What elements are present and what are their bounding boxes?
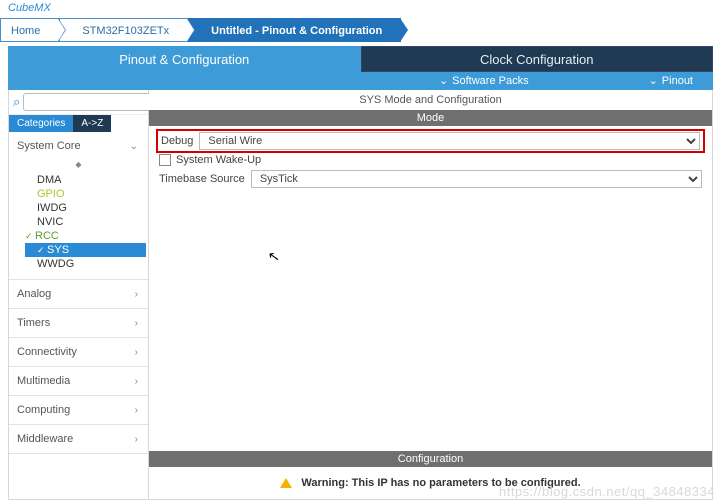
sidebar: ⌕ ⌄ ⚙ Categories A->Z System Core ⌄ ◆ DM… (9, 90, 149, 499)
group-label: Multimedia (17, 375, 70, 387)
app-title: CubeMX (0, 0, 721, 16)
mode-header: Mode (149, 110, 712, 126)
group-header-timers[interactable]: Timers › (9, 309, 148, 337)
main-tabs: Pinout & Configuration Clock Configurati… (8, 46, 713, 72)
breadcrumb-chip-label: STM32F103ZETx (82, 25, 169, 37)
tab-clock-config[interactable]: Clock Configuration (361, 46, 714, 72)
breadcrumb-file[interactable]: Untitled - Pinout & Configuration (188, 18, 401, 42)
timebase-label: Timebase Source (159, 173, 245, 185)
breadcrumb: Home STM32F103ZETx Untitled - Pinout & C… (0, 18, 721, 42)
group-header-multimedia[interactable]: Multimedia › (9, 367, 148, 395)
group-label: Analog (17, 288, 51, 300)
chevron-right-icon: › (135, 347, 138, 358)
debug-row: Debug Serial Wire (159, 132, 702, 150)
sub-toolbar: Software Packs Pinout (8, 72, 713, 90)
group-label: Computing (17, 404, 70, 416)
panel-title: SYS Mode and Configuration (149, 90, 712, 110)
wakeup-checkbox[interactable] (159, 154, 171, 166)
group-header-connectivity[interactable]: Connectivity › (9, 338, 148, 366)
group-label: Middleware (17, 433, 73, 445)
config-body: Warning: This IP has no parameters to be… (149, 467, 712, 499)
breadcrumb-chip[interactable]: STM32F103ZETx (59, 18, 188, 42)
tree-item-rcc[interactable]: RCC (37, 229, 148, 243)
timebase-select[interactable]: SysTick (251, 170, 702, 188)
mode-body: Debug Serial Wire System Wake-Up Timebas… (149, 126, 712, 198)
wakeup-label: System Wake-Up (176, 154, 261, 166)
tree-item-dma[interactable]: DMA (37, 173, 148, 187)
chevron-right-icon: › (135, 434, 138, 445)
tab-az[interactable]: A->Z (73, 115, 111, 132)
search-input[interactable] (23, 93, 165, 111)
warning-icon (280, 478, 292, 488)
tree-item-iwdg[interactable]: IWDG (37, 201, 148, 215)
chevron-right-icon: › (135, 376, 138, 387)
category-tabs: Categories A->Z (9, 115, 148, 132)
collapse-dot-icon[interactable]: ◆ (9, 160, 148, 169)
group-label: Connectivity (17, 346, 77, 358)
group-header-analog[interactable]: Analog › (9, 280, 148, 308)
group-header-computing[interactable]: Computing › (9, 396, 148, 424)
tree-item-gpio[interactable]: GPIO (37, 187, 148, 201)
work-area: ⌕ ⌄ ⚙ Categories A->Z System Core ⌄ ◆ DM… (8, 90, 713, 500)
tab-pinout-config[interactable]: Pinout & Configuration (8, 46, 361, 72)
pinout-dropdown[interactable]: Pinout (649, 72, 693, 90)
group-label: Timers (17, 317, 50, 329)
tab-categories[interactable]: Categories (9, 115, 73, 132)
group-header-middleware[interactable]: Middleware › (9, 425, 148, 453)
group-system-core: System Core ⌄ ◆ DMA GPIO IWDG NVIC RCC S… (9, 132, 148, 280)
tree-item-wwdg[interactable]: WWDG (37, 257, 148, 271)
config-header: Configuration (149, 451, 712, 467)
system-core-tree: ◆ DMA GPIO IWDG NVIC RCC SYS WWDG (9, 160, 148, 279)
breadcrumb-home[interactable]: Home (0, 18, 59, 42)
chevron-right-icon: › (135, 289, 138, 300)
timebase-row: Timebase Source SysTick (159, 170, 702, 188)
software-packs-dropdown[interactable]: Software Packs (439, 72, 529, 90)
chevron-right-icon: › (135, 405, 138, 416)
config-panel: SYS Mode and Configuration Mode Debug Se… (149, 90, 712, 499)
search-icon: ⌕ (13, 94, 20, 110)
group-label: System Core (17, 140, 81, 152)
chevron-right-icon: › (135, 318, 138, 329)
breadcrumb-file-label: Untitled - Pinout & Configuration (211, 25, 382, 37)
search-row: ⌕ ⌄ ⚙ (9, 90, 148, 115)
group-header-system-core[interactable]: System Core ⌄ (9, 132, 148, 160)
wakeup-row: System Wake-Up (159, 154, 702, 166)
chevron-down-icon: ⌄ (130, 141, 138, 152)
spacer (149, 198, 712, 451)
debug-select[interactable]: Serial Wire (199, 132, 700, 150)
tree-item-nvic[interactable]: NVIC (37, 215, 148, 229)
breadcrumb-home-label: Home (11, 25, 40, 37)
debug-label: Debug (161, 135, 193, 147)
tree-item-sys[interactable]: SYS (25, 243, 146, 257)
warning-text: Warning: This IP has no parameters to be… (301, 477, 580, 489)
